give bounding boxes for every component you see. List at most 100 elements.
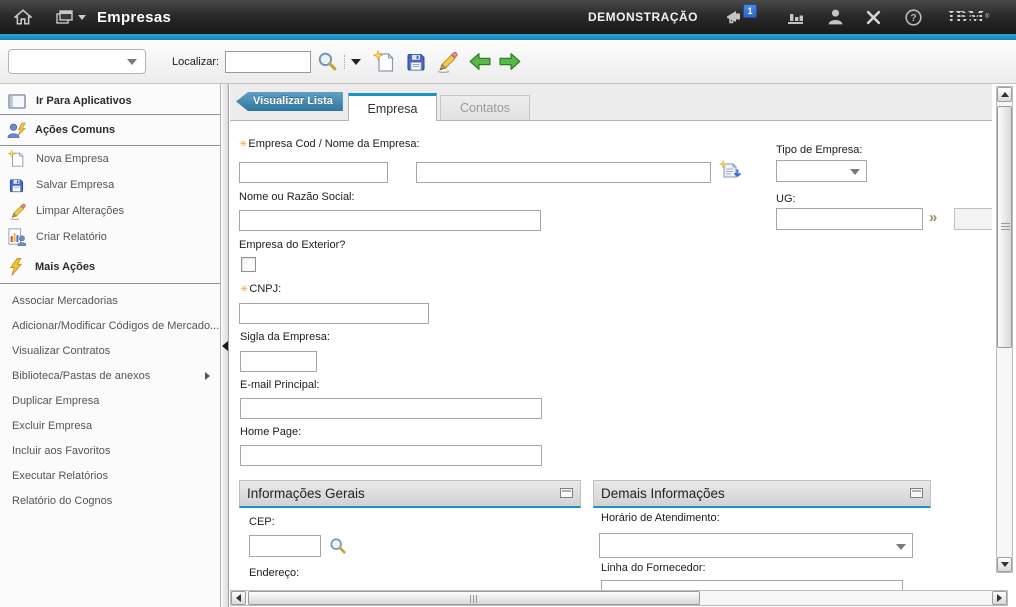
sidebar-item-go-to-apps[interactable]: Ir Para Aplicativos [0, 88, 220, 115]
ug-expand-chevrons-icon[interactable]: » [929, 209, 937, 227]
chevron-down-icon [78, 15, 86, 20]
horario-label: Horário de Atendimento: [601, 512, 720, 524]
submenu-arrow-icon [205, 372, 210, 380]
homepage-input[interactable] [240, 445, 542, 466]
localizar-input[interactable] [225, 51, 311, 73]
scroll-left-button[interactable] [231, 591, 246, 605]
section-collapse-icon[interactable] [560, 488, 573, 498]
tipo-empresa-select[interactable] [776, 160, 867, 182]
create-report-icon [8, 228, 30, 246]
sidebar: Ir Para Aplicativos Ações Comuns Nova Em… [0, 84, 221, 607]
email-label: E-mail Principal: [240, 379, 319, 391]
clear-changes-icon[interactable] [435, 51, 459, 73]
sigla-input[interactable] [240, 351, 317, 372]
sidebar-item-incluir-aos-favoritos[interactable]: Incluir aos Favoritos [0, 438, 220, 463]
cep-label: CEP: [249, 516, 275, 528]
save-icon[interactable] [405, 51, 427, 73]
sidebar-item-limpar-alteracoes[interactable]: Limpar Alterações [0, 198, 220, 224]
visualizar-lista-button[interactable]: Visualizar Lista [236, 92, 343, 111]
empresa-nome-input[interactable] [416, 162, 711, 183]
new-record-icon[interactable] [373, 50, 397, 74]
sigla-label: Sigla da Empresa: [240, 331, 330, 343]
sidebar-collapse-handle[interactable] [222, 84, 229, 607]
scroll-up-button[interactable] [997, 87, 1012, 102]
empresa-cod-input[interactable] [239, 162, 388, 183]
user-icon[interactable] [828, 0, 843, 34]
sidebar-item-associar-mercadorias[interactable]: Associar Mercadorias [0, 288, 220, 313]
section-demais-informacoes: Demais Informações [593, 480, 931, 508]
page-title: Empresas [97, 0, 171, 34]
chevron-down-icon [127, 59, 137, 65]
scrollbar-grip [470, 595, 479, 603]
horizontal-scrollbar-track[interactable] [246, 591, 992, 605]
notification-badge: 1 [743, 4, 757, 18]
tab-contatos[interactable]: Contatos [440, 95, 530, 120]
arrow-left-icon [236, 594, 241, 602]
tab-strip: Visualizar Lista Empresa Contatos [230, 84, 992, 121]
sidebar-item-salvar-empresa[interactable]: Salvar Empresa [0, 172, 220, 198]
scroll-down-button[interactable] [997, 557, 1012, 572]
content-area: Ir Para Aplicativos Ações Comuns Nova Em… [0, 84, 1016, 607]
arrow-right-icon [997, 594, 1002, 602]
cnpj-label: ✳CNPJ: [240, 283, 281, 295]
homepage-label: Home Page: [240, 426, 301, 438]
exterior-checkbox[interactable] [241, 257, 256, 272]
close-icon[interactable] [866, 0, 881, 34]
clear-changes-icon [8, 202, 30, 220]
sidebar-item-relatorio-cognos[interactable]: Relatório do Cognos [0, 488, 220, 513]
lookup-list-icon[interactable] [719, 160, 742, 186]
horizontal-scrollbar[interactable] [230, 590, 1008, 606]
reports-icon[interactable] [787, 0, 805, 34]
tipo-empresa-label: Tipo de Empresa: [776, 144, 862, 156]
sidebar-section-more-actions: Mais Ações [0, 250, 220, 284]
sidebar-item-duplicar-empresa[interactable]: Duplicar Empresa [0, 388, 220, 413]
environment-label: DEMONSTRAÇÃO [588, 0, 698, 34]
sidebar-section-common-actions: Ações Comuns [0, 115, 220, 146]
sidebar-item-nova-empresa[interactable]: Nova Empresa [0, 146, 220, 172]
sidebar-item-visualizar-contratos[interactable]: Visualizar Contratos [0, 338, 220, 363]
application-window: Empresas DEMONSTRAÇÃO 1 ? IBM® Loc [0, 0, 1016, 607]
save-icon [8, 176, 30, 194]
ug-aux-input [954, 208, 992, 230]
sidebar-item-excluir-empresa[interactable]: Excluir Empresa [0, 413, 220, 438]
section-collapse-icon[interactable] [910, 488, 923, 498]
email-input[interactable] [240, 398, 542, 419]
next-icon[interactable] [498, 51, 521, 72]
home-icon[interactable] [14, 0, 32, 34]
horario-select[interactable] [599, 533, 913, 558]
cep-search-icon[interactable] [329, 537, 347, 558]
empresa-cod-label: ✳Empresa Cod / Nome da Empresa: [239, 138, 420, 150]
toolbar: Localizar: [0, 40, 1016, 84]
search-options-caret[interactable] [351, 59, 361, 65]
empresa-form: ✳Empresa Cod / Nome da Empresa: Tipo de … [230, 120, 992, 590]
common-actions-icon [7, 121, 29, 139]
vertical-scrollbar[interactable] [996, 86, 1013, 573]
arrow-up-icon [1001, 92, 1009, 97]
nome-razao-label: Nome ou Razão Social: [239, 191, 355, 203]
sidebar-item-biblioteca-pastas-anexos[interactable]: Biblioteca/Pastas de anexos [0, 363, 220, 388]
help-icon[interactable]: ? [905, 0, 922, 34]
sidebar-item-executar-relatorios[interactable]: Executar Relatórios [0, 463, 220, 488]
required-marker: ✳ [240, 284, 248, 295]
cnpj-input[interactable] [239, 303, 429, 324]
ug-input[interactable] [776, 208, 923, 230]
scroll-right-button[interactable] [992, 591, 1007, 605]
quick-select-dropdown[interactable] [8, 49, 146, 74]
linha-fornecedor-input[interactable] [601, 580, 903, 590]
search-icon[interactable] [317, 51, 338, 72]
linha-fornecedor-label: Linha do Fornecedor: [601, 562, 706, 574]
vertical-scrollbar-thumb[interactable] [997, 106, 1012, 348]
horizontal-scrollbar-thumb[interactable] [248, 591, 700, 605]
sidebar-item-adicionar-modificar-codigos[interactable]: Adicionar/Modificar Códigos de Mercado..… [0, 313, 220, 338]
chevron-down-icon [896, 544, 906, 550]
sidebar-item-criar-relatorio[interactable]: Criar Relatório [0, 224, 220, 250]
vertical-scrollbar-track[interactable] [997, 102, 1012, 557]
previous-icon[interactable] [469, 51, 492, 72]
cep-input[interactable] [249, 535, 321, 557]
section-informacoes-gerais: Informações Gerais [239, 480, 581, 508]
applications-menu-icon[interactable] [56, 0, 86, 34]
localizar-label: Localizar: [172, 56, 219, 68]
nome-razao-input[interactable] [239, 210, 541, 231]
ibm-logo: IBM® [948, 0, 989, 34]
tab-empresa[interactable]: Empresa [348, 93, 437, 121]
